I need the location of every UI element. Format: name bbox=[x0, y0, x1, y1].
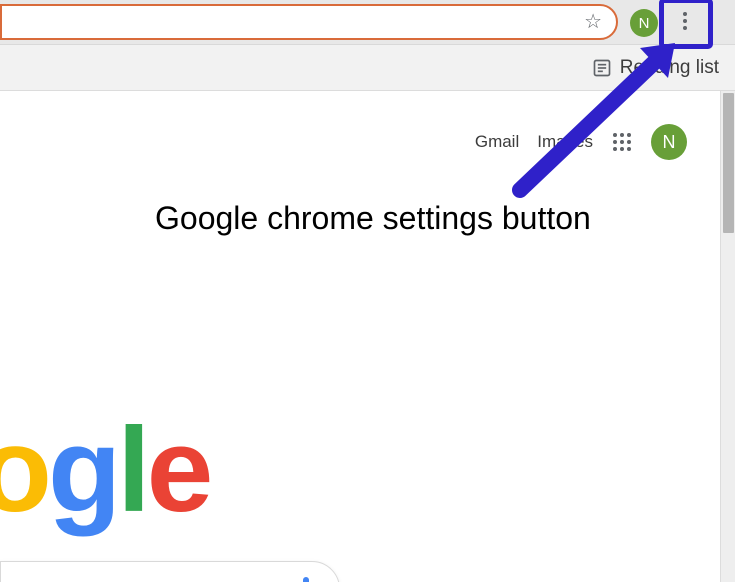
reading-list-label: Reading list bbox=[620, 57, 719, 79]
logo-letter-e: e bbox=[147, 401, 210, 539]
logo-letter-o2: o bbox=[0, 401, 48, 539]
bookmarks-bar: Reading list bbox=[0, 45, 735, 91]
logo-letter-g2: g bbox=[48, 401, 117, 539]
chrome-menu-button[interactable] bbox=[668, 4, 702, 38]
images-link[interactable]: Images bbox=[537, 132, 593, 152]
google-account-initial: N bbox=[663, 132, 676, 153]
bookmark-star-icon[interactable]: ☆ bbox=[584, 12, 602, 32]
reading-list-icon bbox=[592, 58, 612, 78]
apps-grid-icon bbox=[612, 132, 632, 152]
scrollbar-thumb[interactable] bbox=[723, 93, 734, 233]
gmail-link[interactable]: Gmail bbox=[475, 132, 519, 152]
google-apps-button[interactable] bbox=[611, 131, 633, 153]
profile-avatar[interactable]: N bbox=[630, 9, 658, 37]
vertical-scrollbar[interactable] bbox=[720, 91, 735, 582]
voice-search-icon[interactable] bbox=[297, 576, 315, 582]
google-search-box[interactable] bbox=[0, 561, 340, 582]
address-bar[interactable]: ☆ bbox=[0, 4, 618, 40]
browser-toolbar: ☆ N bbox=[0, 0, 735, 45]
vertical-dots-icon bbox=[683, 12, 687, 30]
google-header-right: Gmail Images N bbox=[475, 124, 687, 160]
google-account-avatar[interactable]: N bbox=[651, 124, 687, 160]
reading-list-button[interactable]: Reading list bbox=[592, 57, 719, 79]
google-logo: G o o g l e bbox=[0, 401, 209, 539]
logo-letter-l: l bbox=[117, 401, 146, 539]
page-content: Gmail Images N G bbox=[0, 91, 705, 582]
profile-initial: N bbox=[639, 15, 650, 32]
